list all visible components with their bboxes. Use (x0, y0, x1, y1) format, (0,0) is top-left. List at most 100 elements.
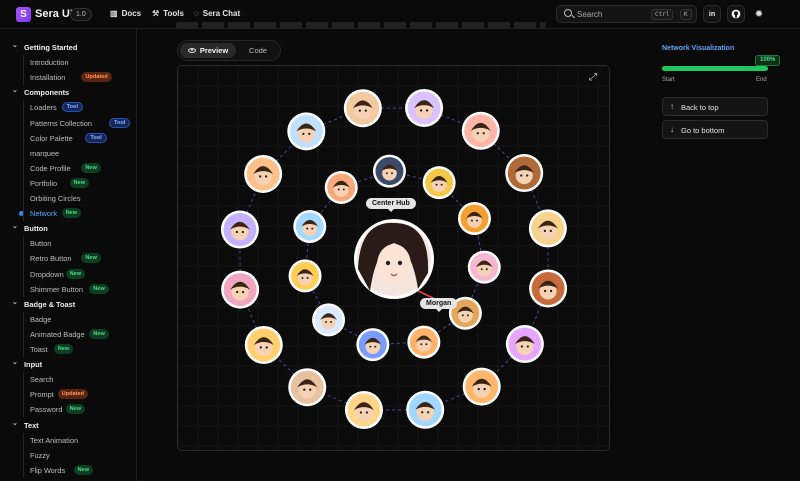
sidebar-section-badge-toast[interactable]: ⌄ Badge & Toast (0, 297, 136, 312)
sidebar-item-network[interactable]: Network New (0, 206, 136, 221)
inner-avatar-2-eye (470, 219, 473, 222)
sidebar-section-components[interactable]: ⌄ Components (0, 85, 136, 100)
wrench-icon: ⚒ (152, 9, 160, 18)
sidebar-label: Introduction (30, 58, 69, 68)
eye-icon (187, 48, 196, 53)
preview-code-tabs: Preview Code (177, 40, 281, 61)
nav-sera-chat-label: Sera Chat (202, 9, 241, 18)
sidebar-item-introduction[interactable]: Introduction (0, 55, 136, 70)
sidebar-label: Installation (30, 73, 66, 83)
book-icon: ▥ (110, 9, 118, 18)
github-icon (731, 9, 741, 19)
sidebar-guide-line (23, 236, 24, 297)
tab-code[interactable]: Code (238, 43, 278, 58)
sidebar-label: Components (24, 88, 70, 98)
chevron-down-icon: ⌄ (12, 359, 18, 367)
sidebar-section-button[interactable]: ⌄ Button (0, 221, 136, 236)
back-to-top-button[interactable]: ↑ Back to top (662, 97, 768, 116)
sidebar-item-marquee[interactable]: marquee (0, 146, 136, 161)
inner-avatar-5-eye (420, 343, 423, 346)
sidebar-item-patterns-collection[interactable]: Patterns Collection Tool (0, 116, 136, 131)
center-hub-face (377, 244, 411, 286)
nav-tools-label: Tools (163, 9, 184, 18)
sidebar-item-text-animation[interactable]: Text Animation (0, 433, 136, 448)
search-placeholder: Search (577, 10, 603, 19)
progress-bar-fill (662, 66, 768, 71)
nav-sera-chat[interactable]: ◌ Sera Chat (194, 9, 240, 18)
sidebar-badge: New (81, 253, 101, 264)
tab-preview[interactable]: Preview (180, 43, 236, 58)
outer-avatar-15-eye (308, 132, 311, 136)
nav-tools[interactable]: ⚒ Tools (152, 9, 184, 18)
sidebar-label: Color Palette (30, 133, 73, 143)
version-badge: 1.0 (70, 8, 92, 21)
sidebar-badge: New (81, 162, 101, 173)
sidebar-label: Text Animation (30, 435, 79, 445)
go-to-bottom-button[interactable]: ↓ Go to bottom (662, 120, 768, 139)
outer-avatar-4-eye (543, 229, 547, 233)
sidebar-item-search[interactable]: Search (0, 372, 136, 387)
outer-avatar-12-eye (241, 290, 245, 294)
sidebar-label: Button (24, 224, 48, 234)
sidebar-badge: Updated (81, 72, 112, 83)
sidebar-item-portfolio[interactable]: Portfolio New (0, 176, 136, 191)
sidebar-item-fuzzy[interactable]: Fuzzy (0, 448, 136, 463)
sidebar-badge: New (65, 404, 86, 415)
brand-name[interactable]: Sera UI (35, 8, 73, 20)
outer-avatar-11-eye (259, 346, 262, 349)
search-icon (564, 9, 572, 17)
sidebar-item-prompt[interactable]: Prompt Updated (0, 387, 136, 402)
sidebar-badge: New (65, 268, 86, 279)
sidebar-item-password[interactable]: Password New (0, 402, 136, 417)
sidebar-section-input[interactable]: ⌄ Input (0, 357, 136, 372)
outer-avatar-5-eye (549, 289, 553, 293)
sidebar-item-badge[interactable]: Badge (0, 312, 136, 327)
progress-start-label: Start (662, 77, 675, 83)
tab-code-label: Code (249, 46, 267, 55)
search-input[interactable]: Search Ctrl K (556, 5, 697, 23)
sidebar-label: Toast (30, 345, 48, 354)
inner-avatar-3-eye (485, 268, 488, 271)
sidebar-item-loaders[interactable]: Loaders Tool (0, 100, 136, 115)
sidebar-item-orbiting-circles[interactable]: Orbiting Circles (0, 191, 136, 206)
outer-avatar-7-eye (477, 387, 480, 391)
kbd-k: K (680, 9, 692, 20)
sidebar-item-shimmer-button[interactable]: Shimmer Button New (0, 282, 136, 297)
sidebar-label: Text (24, 420, 39, 430)
sidebar-item-button[interactable]: Button (0, 236, 136, 251)
sidebar-item-retro-button[interactable]: Retro Button New (0, 251, 136, 266)
sidebar-item-dropdown[interactable]: Dropdown New (0, 267, 136, 282)
nav-docs[interactable]: ▥ Docs (110, 9, 141, 18)
inner-avatar-2-eye (476, 219, 478, 222)
sidebar-section-text[interactable]: ⌄ Text (0, 418, 136, 433)
sidebar-label: Button (30, 239, 52, 249)
inner-avatar-7-eye (325, 320, 328, 323)
theme-toggle-sun-icon[interactable]: ✹ (753, 8, 765, 20)
outer-avatar-13-eye (235, 230, 239, 234)
sidebar-item-animated-badge[interactable]: Animated Badge New (0, 327, 136, 342)
sidebar-guide-line (23, 311, 24, 358)
sidebar-label: Flip Words (30, 465, 66, 475)
inner-avatar-9-eye (311, 227, 314, 230)
linkedin-button[interactable]: in (703, 5, 721, 23)
sidebar-badge: New (89, 283, 109, 294)
sidebar-label: Search (30, 375, 54, 385)
sidebar-item-toast[interactable]: Toast New (0, 342, 136, 357)
sidebar-item-flip-words[interactable]: Flip Words New (0, 463, 136, 478)
sidebar-item-color-palette[interactable]: Color Palette Tool (0, 131, 136, 146)
inner-avatar-6-eye (369, 345, 372, 348)
sidebar-section-getting-started[interactable]: ⌄ Getting Started (0, 40, 136, 55)
sidebar-item-code-profile[interactable]: Code Profile New (0, 161, 136, 176)
hover-node-tooltip: Morgan (420, 298, 458, 312)
chat-icon: ◌ (194, 9, 199, 18)
inner-avatar-9-eye (306, 227, 309, 230)
outer-avatar-14-eye (264, 175, 268, 178)
github-button[interactable] (727, 5, 745, 23)
logo[interactable]: S (16, 7, 31, 22)
sidebar-label: Retro Button (30, 254, 72, 264)
sidebar-item-installation[interactable]: Installation Updated (0, 70, 136, 85)
sidebar-label: Prompt (30, 390, 54, 400)
sidebar-label: Badge & Toast (24, 299, 76, 309)
inner-avatar-4-eye (461, 314, 464, 317)
inner-avatar-8-eye (306, 276, 309, 279)
